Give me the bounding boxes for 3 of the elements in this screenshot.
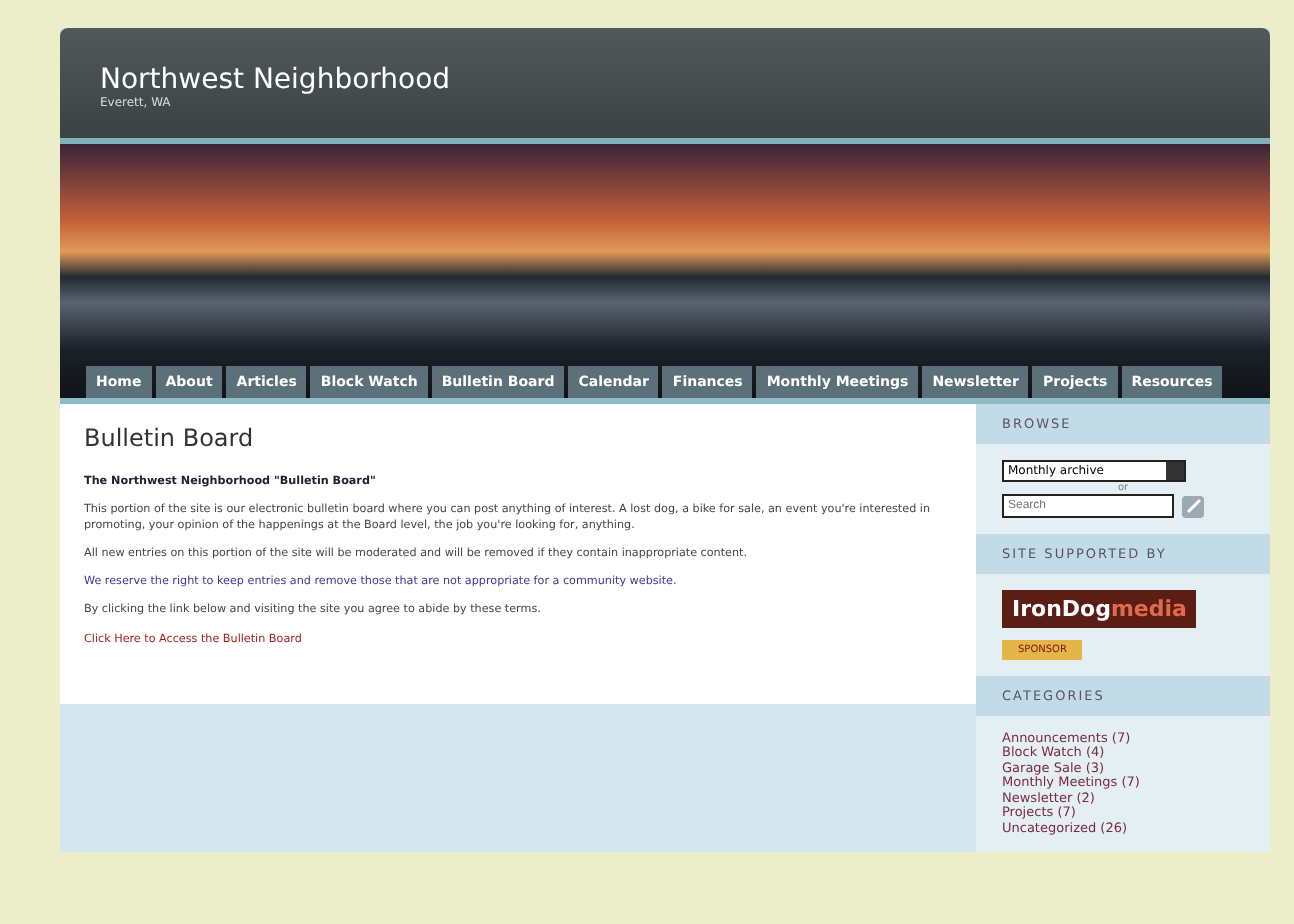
sponsor-logo[interactable]: IronDogmedia — [1002, 590, 1197, 628]
page-heading: Bulletin Board — [84, 424, 256, 452]
site-title[interactable]: Northwest Neighborhood — [100, 64, 1270, 96]
